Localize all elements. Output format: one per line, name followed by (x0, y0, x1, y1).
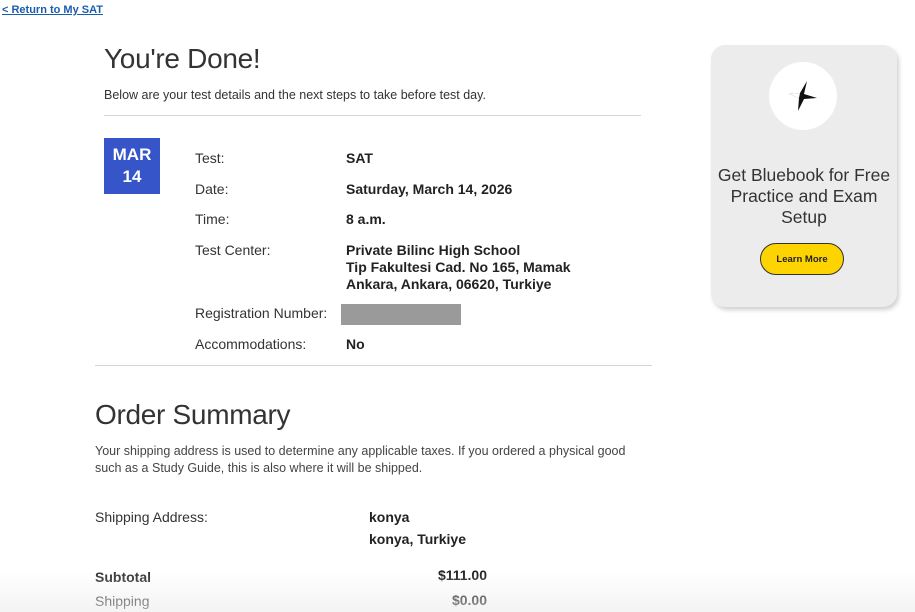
learn-more-button[interactable]: Learn More (760, 243, 844, 275)
shipping-value: $0.00 (451, 592, 487, 608)
return-to-my-sat-link[interactable]: < Return to My SAT (2, 4, 103, 16)
test-date-badge: MAR 14 (104, 138, 160, 194)
subtotal-label: Subtotal (95, 569, 151, 585)
test-center-address-line2: Ankara, Ankara, 06620, Turkiye (346, 276, 552, 292)
bluebook-logo (769, 62, 837, 130)
page-subtitle: Below are your test details and the next… (104, 88, 486, 102)
test-value: SAT (346, 150, 373, 166)
page-title: You're Done! (104, 43, 261, 74)
shipping-label: Shipping (95, 593, 150, 609)
bluebook-promo-card: Get Bluebook for Free Practice and Exam … (711, 45, 897, 307)
test-center-address-line1: Tip Fakultesi Cad. No 165, Mamak (346, 259, 571, 275)
bluebook-star-icon (789, 81, 817, 111)
subtotal-value: $111.00 (437, 567, 487, 583)
accommodations-label: Accommodations: (195, 336, 307, 352)
order-summary-title: Order Summary (95, 399, 291, 430)
badge-month: MAR (112, 145, 152, 164)
shipping-address-line1: konya (369, 509, 410, 525)
test-center-label: Test Center: (195, 242, 271, 258)
bluebook-promo-text: Get Bluebook for Free Practice and Exam … (717, 165, 891, 227)
time-label: Time: (195, 211, 230, 227)
time-value: 8 a.m. (346, 211, 386, 227)
header-divider (104, 115, 641, 116)
date-value: Saturday, March 14, 2026 (346, 181, 513, 197)
shipping-address-label: Shipping Address: (95, 509, 208, 525)
registration-number-label: Registration Number: (195, 305, 328, 321)
test-center-name: Private Bilinc High School (346, 242, 521, 258)
test-label: Test: (195, 150, 225, 166)
shipping-address-line2: konya, Turkiye (369, 531, 467, 547)
page: < Return to My SAT You're Done! Below ar… (0, 0, 915, 612)
registration-number-redacted (341, 304, 461, 325)
order-summary-note: Your shipping address is used to determi… (95, 444, 626, 475)
badge-day: 14 (122, 167, 142, 186)
details-divider (95, 365, 652, 366)
date-label: Date: (195, 181, 229, 197)
accommodations-value: No (346, 336, 365, 352)
